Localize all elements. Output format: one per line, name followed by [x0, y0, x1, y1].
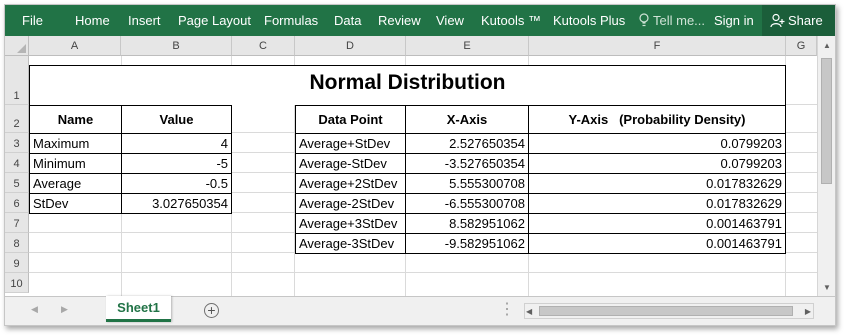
- header-data-point[interactable]: Data Point: [295, 105, 406, 134]
- cell-data-point[interactable]: Average+3StDev: [295, 214, 406, 234]
- tab-review[interactable]: Review: [378, 5, 421, 36]
- tab-formulas[interactable]: Formulas: [264, 5, 318, 36]
- column-header-e[interactable]: E: [406, 36, 529, 56]
- column-header-f[interactable]: F: [529, 36, 786, 56]
- cell-x-axis[interactable]: -9.582951062: [406, 234, 529, 254]
- scroll-left-icon[interactable]: ◀: [526, 307, 532, 316]
- row-header-1[interactable]: 1: [5, 56, 29, 105]
- share-button[interactable]: Share: [762, 5, 835, 36]
- tab-view[interactable]: View: [436, 5, 464, 36]
- header-y-axis[interactable]: Y-Axis (Probability Density): [529, 105, 786, 134]
- cell-data-point[interactable]: Average+2StDev: [295, 174, 406, 194]
- header-x-axis[interactable]: X-Axis: [406, 105, 529, 134]
- cell-y-axis[interactable]: 0.0799203: [529, 134, 786, 154]
- row-header-10[interactable]: 10: [5, 273, 29, 293]
- header-value[interactable]: Value: [122, 105, 232, 134]
- row-header-5[interactable]: 5: [5, 173, 29, 193]
- column-header-b[interactable]: B: [121, 36, 232, 56]
- cell-value[interactable]: 4: [122, 134, 232, 154]
- tab-page-layout[interactable]: Page Layout: [178, 5, 251, 36]
- row-header-2[interactable]: 2: [5, 105, 29, 133]
- cell-x-axis[interactable]: -6.555300708: [406, 194, 529, 214]
- row-header-4[interactable]: 4: [5, 153, 29, 173]
- vertical-scroll-thumb[interactable]: [821, 58, 832, 184]
- sheet-title[interactable]: Normal Distribution: [29, 65, 786, 105]
- cell-x-axis[interactable]: 2.527650354: [406, 134, 529, 154]
- lightbulb-icon: [639, 13, 649, 27]
- share-label: Share: [788, 13, 823, 28]
- tab-insert[interactable]: Insert: [128, 5, 161, 36]
- sheet-tab-bar: ◀ ▶ Sheet1 + ⋮ ◀ ▶: [5, 296, 835, 325]
- column-header-g[interactable]: G: [786, 36, 817, 56]
- cell-value[interactable]: -0.5: [122, 174, 232, 194]
- column-header-d[interactable]: D: [295, 36, 406, 56]
- column-header-a[interactable]: A: [29, 36, 121, 56]
- cell-name[interactable]: Minimum: [29, 154, 122, 174]
- tab-file[interactable]: File: [22, 5, 43, 36]
- more-options-icon[interactable]: ⋮: [499, 302, 515, 318]
- cell-x-axis[interactable]: 5.555300708: [406, 174, 529, 194]
- ribbon: File Home Insert Page Layout Formulas Da…: [5, 5, 835, 36]
- horizontal-scroll-thumb[interactable]: [539, 306, 793, 316]
- cell-y-axis[interactable]: 0.0799203: [529, 154, 786, 174]
- cell-name[interactable]: Average: [29, 174, 122, 194]
- cell-value[interactable]: -5: [122, 154, 232, 174]
- excel-window: File Home Insert Page Layout Formulas Da…: [4, 4, 836, 326]
- vertical-scrollbar[interactable]: ▲ ▼: [817, 36, 835, 296]
- cell-data-point[interactable]: Average+StDev: [295, 134, 406, 154]
- add-sheet-icon[interactable]: +: [204, 303, 219, 318]
- header-name[interactable]: Name: [29, 105, 122, 134]
- cell-x-axis[interactable]: -3.527650354: [406, 154, 529, 174]
- row-header-6[interactable]: 6: [5, 193, 29, 213]
- tab-kutools-plus[interactable]: Kutools Plus: [553, 5, 625, 36]
- cell-name[interactable]: StDev: [29, 194, 122, 214]
- cell-y-axis[interactable]: 0.001463791: [529, 214, 786, 234]
- gridline: [29, 272, 817, 273]
- cell-value[interactable]: 3.027650354: [122, 194, 232, 214]
- cell-data-point[interactable]: Average-StDev: [295, 154, 406, 174]
- person-icon: [770, 13, 785, 28]
- next-sheet-icon[interactable]: ▶: [61, 304, 68, 315]
- tab-data[interactable]: Data: [334, 5, 361, 36]
- cell-data-point[interactable]: Average-2StDev: [295, 194, 406, 214]
- row-header-9[interactable]: 9: [5, 253, 29, 273]
- cell-name[interactable]: Maximum: [29, 134, 122, 154]
- tab-kutools[interactable]: Kutools ™: [481, 5, 541, 36]
- horizontal-scrollbar[interactable]: ◀ ▶: [524, 303, 814, 319]
- tell-me-search[interactable]: Tell me...: [653, 5, 705, 36]
- prev-sheet-icon[interactable]: ◀: [31, 304, 38, 315]
- scroll-up-icon[interactable]: ▲: [818, 40, 835, 52]
- cell-y-axis[interactable]: 0.001463791: [529, 234, 786, 254]
- row-header-8[interactable]: 8: [5, 233, 29, 253]
- row-header-3[interactable]: 3: [5, 133, 29, 153]
- cell-x-axis[interactable]: 8.582951062: [406, 214, 529, 234]
- row-header-7[interactable]: 7: [5, 213, 29, 233]
- scroll-down-icon[interactable]: ▼: [818, 282, 835, 294]
- select-all-corner[interactable]: [5, 36, 29, 56]
- sheet-tab-sheet1[interactable]: Sheet1: [106, 296, 171, 322]
- sign-in-link[interactable]: Sign in: [714, 5, 754, 36]
- scroll-right-icon[interactable]: ▶: [805, 307, 811, 316]
- column-header-c[interactable]: C: [232, 36, 295, 56]
- tab-home[interactable]: Home: [75, 5, 110, 36]
- cell-data-point[interactable]: Average-3StDev: [295, 234, 406, 254]
- cell-y-axis[interactable]: 0.017832629: [529, 174, 786, 194]
- worksheet-grid[interactable]: A B C D E F G 1 2 3 4 5 6 7 8 9 10 Norma…: [5, 36, 835, 296]
- cell-y-axis[interactable]: 0.017832629: [529, 194, 786, 214]
